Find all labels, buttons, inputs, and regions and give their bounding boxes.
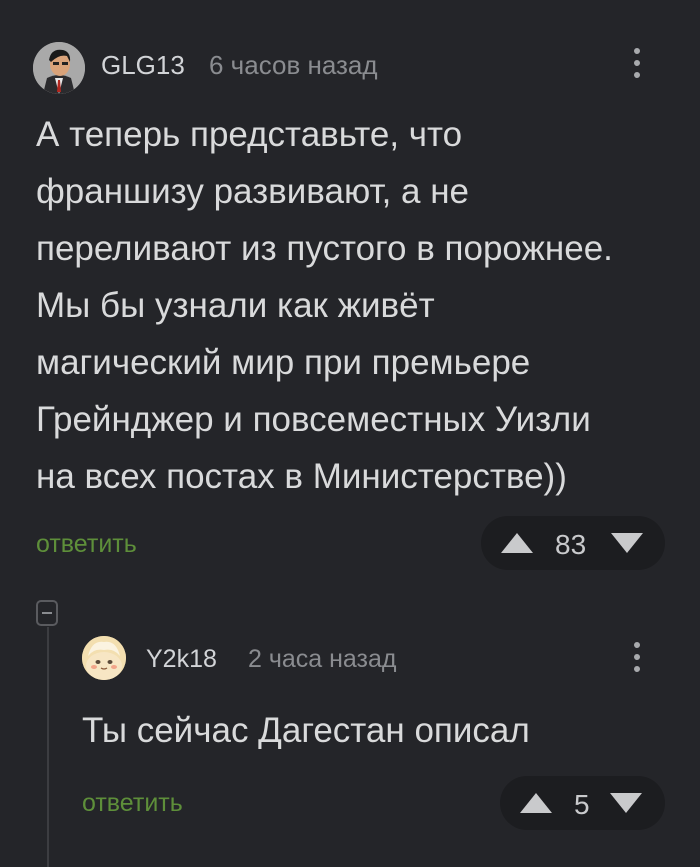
rating-control: 83	[481, 516, 665, 570]
arrow-up-icon[interactable]	[501, 533, 533, 553]
comment-author[interactable]: GLG13	[101, 50, 185, 81]
reply-button[interactable]: ответить	[36, 530, 137, 559]
rating-control: 5	[500, 776, 665, 830]
comment-line: магический мир при премьере	[36, 343, 531, 382]
comment-line: франшизу развивают, а не	[36, 172, 470, 211]
thread-line	[47, 627, 49, 867]
avatar[interactable]	[33, 42, 85, 94]
rating-count: 5	[574, 789, 590, 820]
arrow-down-icon[interactable]	[611, 533, 643, 553]
comment-line: Мы бы узнали как живёт	[36, 286, 435, 325]
comment-body: А теперь представьте, что франшизу разви…	[36, 106, 613, 505]
user-avatar-icon	[33, 42, 85, 94]
more-vertical-icon[interactable]	[631, 48, 643, 84]
arrow-down-icon[interactable]	[610, 793, 642, 813]
avatar[interactable]	[82, 636, 126, 680]
arrow-up-icon[interactable]	[520, 793, 552, 813]
collapse-thread-icon[interactable]	[36, 600, 58, 626]
comment-timestamp: 2 часа назад	[248, 645, 397, 673]
user-avatar-icon	[82, 636, 126, 680]
comment-line: на всех постах в Министерстве))	[36, 457, 567, 496]
comment-line: Грейнджер и повсеместных Уизли	[36, 400, 591, 439]
more-vertical-icon[interactable]	[631, 642, 643, 678]
rating-count: 83	[555, 529, 587, 560]
comment-author[interactable]: Y2k18	[146, 645, 217, 674]
reply-button[interactable]: ответить	[82, 789, 183, 818]
comment-body: Ты сейчас Дагестан описал	[82, 711, 530, 750]
comment-line: переливают из пустого в порожнее.	[36, 229, 613, 268]
comment-line: А теперь представьте, что	[36, 115, 463, 154]
comment-timestamp: 6 часов назад	[209, 50, 378, 80]
